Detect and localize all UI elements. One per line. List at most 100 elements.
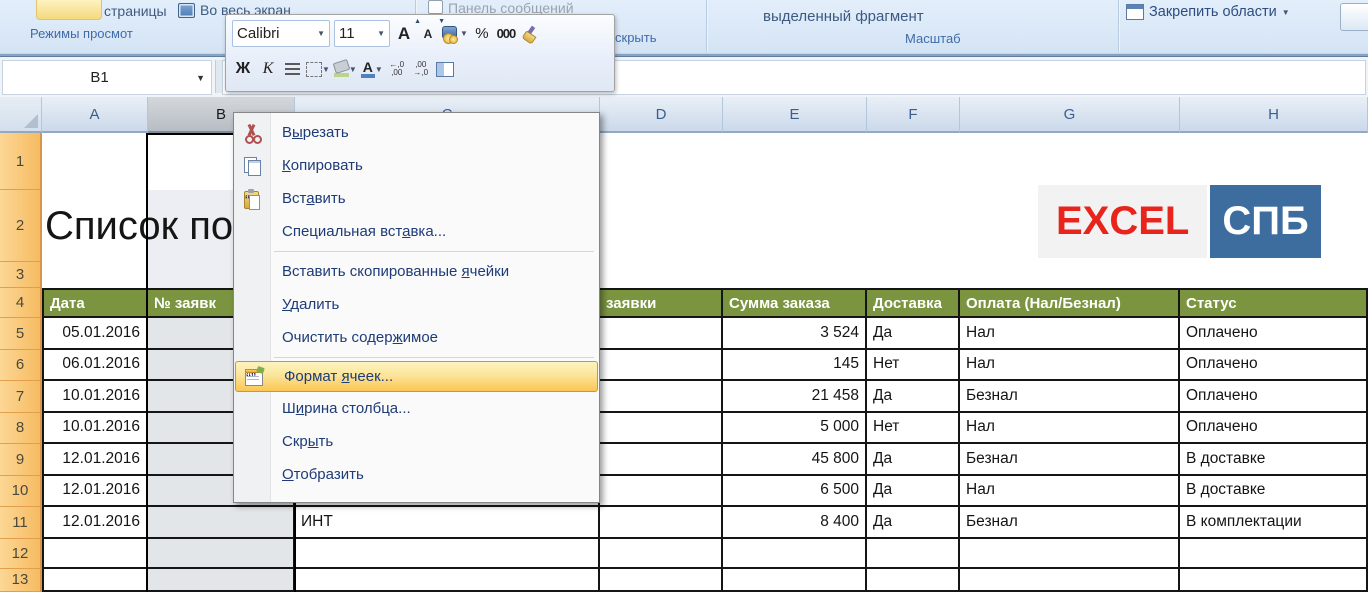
cell-G6[interactable]: Нал: [960, 350, 1180, 382]
decrease-decimal-button[interactable]: ,00→,0: [411, 57, 431, 81]
merge-center-button[interactable]: [435, 57, 455, 81]
cell-H9[interactable]: В доставке: [1180, 444, 1368, 476]
cell-E6[interactable]: 145: [723, 350, 867, 382]
cell-D4[interactable]: заявки: [600, 288, 723, 318]
menu-item-вставить-скопированные-ячейки[interactable]: Вставить скопированные ячейки: [234, 255, 599, 288]
menu-item-формат-ячеек-[interactable]: Формат ячеек...: [235, 361, 598, 392]
cell-G10[interactable]: Нал: [960, 476, 1180, 508]
row-header-9[interactable]: 9: [0, 444, 42, 476]
row-header-12[interactable]: 12: [0, 539, 42, 569]
menu-item-копировать[interactable]: Копировать: [234, 149, 599, 182]
cell-G11[interactable]: Безнал: [960, 507, 1180, 539]
cell-E5[interactable]: 3 524: [723, 318, 867, 350]
row-header-1[interactable]: 1: [0, 133, 42, 190]
row-header-7[interactable]: 7: [0, 381, 42, 413]
menu-item-отобразить[interactable]: Отобразить: [234, 458, 599, 491]
row-header-3[interactable]: 3: [0, 262, 42, 288]
column-header-f[interactable]: F: [867, 97, 960, 133]
cell-D6[interactable]: [600, 350, 723, 382]
percent-style-button[interactable]: %: [472, 22, 492, 46]
cell-H6[interactable]: Оплачено: [1180, 350, 1368, 382]
cell-G8[interactable]: Нал: [960, 413, 1180, 445]
row-header-11[interactable]: 11: [0, 507, 42, 539]
shrink-font-button[interactable]: А▼: [418, 22, 438, 46]
cell-A7[interactable]: 10.01.2016: [42, 381, 148, 413]
name-box[interactable]: B1 ▼: [2, 60, 212, 95]
borders-button[interactable]: ▼: [306, 57, 330, 81]
increase-decimal-button[interactable]: ←,0,00: [387, 57, 407, 81]
zoom-to-selection-button[interactable]: выделенный фрагмент: [763, 8, 924, 25]
cell-F11[interactable]: Да: [867, 507, 960, 539]
cell-G9[interactable]: Безнал: [960, 444, 1180, 476]
cell-D12[interactable]: [600, 539, 723, 569]
menu-item-вырезать[interactable]: Вырезать: [234, 116, 599, 149]
cell-F12[interactable]: [867, 539, 960, 569]
bold-button[interactable]: Ж: [232, 57, 254, 81]
column-header-g[interactable]: G: [960, 97, 1180, 133]
grow-font-button[interactable]: А▲: [394, 22, 414, 46]
row-header-10[interactable]: 10: [0, 476, 42, 508]
row-header-4[interactable]: 4: [0, 288, 42, 318]
row-header-8[interactable]: 8: [0, 413, 42, 445]
cell-F7[interactable]: Да: [867, 381, 960, 413]
cell-F9[interactable]: Да: [867, 444, 960, 476]
cell-A8[interactable]: 10.01.2016: [42, 413, 148, 445]
select-all-corner[interactable]: [0, 97, 42, 133]
menu-item-скрыть[interactable]: Скрыть: [234, 425, 599, 458]
page-layout-icon[interactable]: [36, 0, 102, 20]
cell-H12[interactable]: [1180, 539, 1368, 569]
cell-A13[interactable]: [42, 569, 148, 592]
cell-F10[interactable]: Да: [867, 476, 960, 508]
cell-E12[interactable]: [723, 539, 867, 569]
cell-H11[interactable]: В комплектации: [1180, 507, 1368, 539]
cell-A9[interactable]: 12.01.2016: [42, 444, 148, 476]
cell-E9[interactable]: 45 800: [723, 444, 867, 476]
accounting-format-button[interactable]: ▼: [442, 22, 468, 46]
cell-G13[interactable]: [960, 569, 1180, 592]
font-name-select[interactable]: Calibri ▼: [232, 20, 330, 47]
cell-F5[interactable]: Да: [867, 318, 960, 350]
cell-D8[interactable]: [600, 413, 723, 445]
cell-G12[interactable]: [960, 539, 1180, 569]
cell-E8[interactable]: 5 000: [723, 413, 867, 445]
cell-E4[interactable]: Сумма заказа: [723, 288, 867, 318]
column-header-a[interactable]: A: [42, 97, 148, 133]
cell-F6[interactable]: Нет: [867, 350, 960, 382]
cell-A6[interactable]: 06.01.2016: [42, 350, 148, 382]
cell-H8[interactable]: Оплачено: [1180, 413, 1368, 445]
italic-button[interactable]: К: [258, 57, 278, 81]
row-header-6[interactable]: 6: [0, 350, 42, 382]
column-header-d[interactable]: D: [600, 97, 723, 133]
cell-B13[interactable]: [148, 569, 295, 592]
cell-H7[interactable]: Оплачено: [1180, 381, 1368, 413]
cell-D13[interactable]: [600, 569, 723, 592]
row-header-13[interactable]: 13: [0, 569, 42, 592]
cell-G4[interactable]: Оплата (Нал/Безнал): [960, 288, 1180, 318]
ribbon-right-button[interactable]: [1340, 3, 1368, 31]
format-painter-button[interactable]: [520, 22, 540, 46]
cell-H4[interactable]: Статус: [1180, 288, 1368, 318]
cell-B12[interactable]: [148, 539, 295, 569]
cell-A5[interactable]: 05.01.2016: [42, 318, 148, 350]
cell-A10[interactable]: 12.01.2016: [42, 476, 148, 508]
cell-D9[interactable]: [600, 444, 723, 476]
page-layout-button-label[interactable]: страницы: [104, 3, 167, 19]
cell-C12[interactable]: [295, 539, 600, 569]
menu-item-вставить[interactable]: Вставить: [234, 182, 599, 215]
fill-color-button[interactable]: ▼: [334, 57, 357, 81]
menu-item-специальная-вставка-[interactable]: Специальная вставка...: [234, 215, 599, 248]
cell-E11[interactable]: 8 400: [723, 507, 867, 539]
cell-A12[interactable]: [42, 539, 148, 569]
cell-D5[interactable]: [600, 318, 723, 350]
cell-H5[interactable]: Оплачено: [1180, 318, 1368, 350]
menu-item-удалить[interactable]: Удалить: [234, 288, 599, 321]
freeze-panes-button[interactable]: Закрепить области ▼: [1126, 4, 1290, 20]
cell-H13[interactable]: [1180, 569, 1368, 592]
font-color-button[interactable]: А ▼: [361, 57, 383, 81]
message-bar-checkbox[interactable]: [428, 0, 443, 14]
menu-item-ширина-столбца-[interactable]: Ширина столбца...: [234, 392, 599, 425]
row-header-5[interactable]: 5: [0, 318, 42, 350]
font-size-select[interactable]: 11 ▼: [334, 20, 390, 47]
cell-F4[interactable]: Доставка: [867, 288, 960, 318]
cell-A11[interactable]: 12.01.2016: [42, 507, 148, 539]
